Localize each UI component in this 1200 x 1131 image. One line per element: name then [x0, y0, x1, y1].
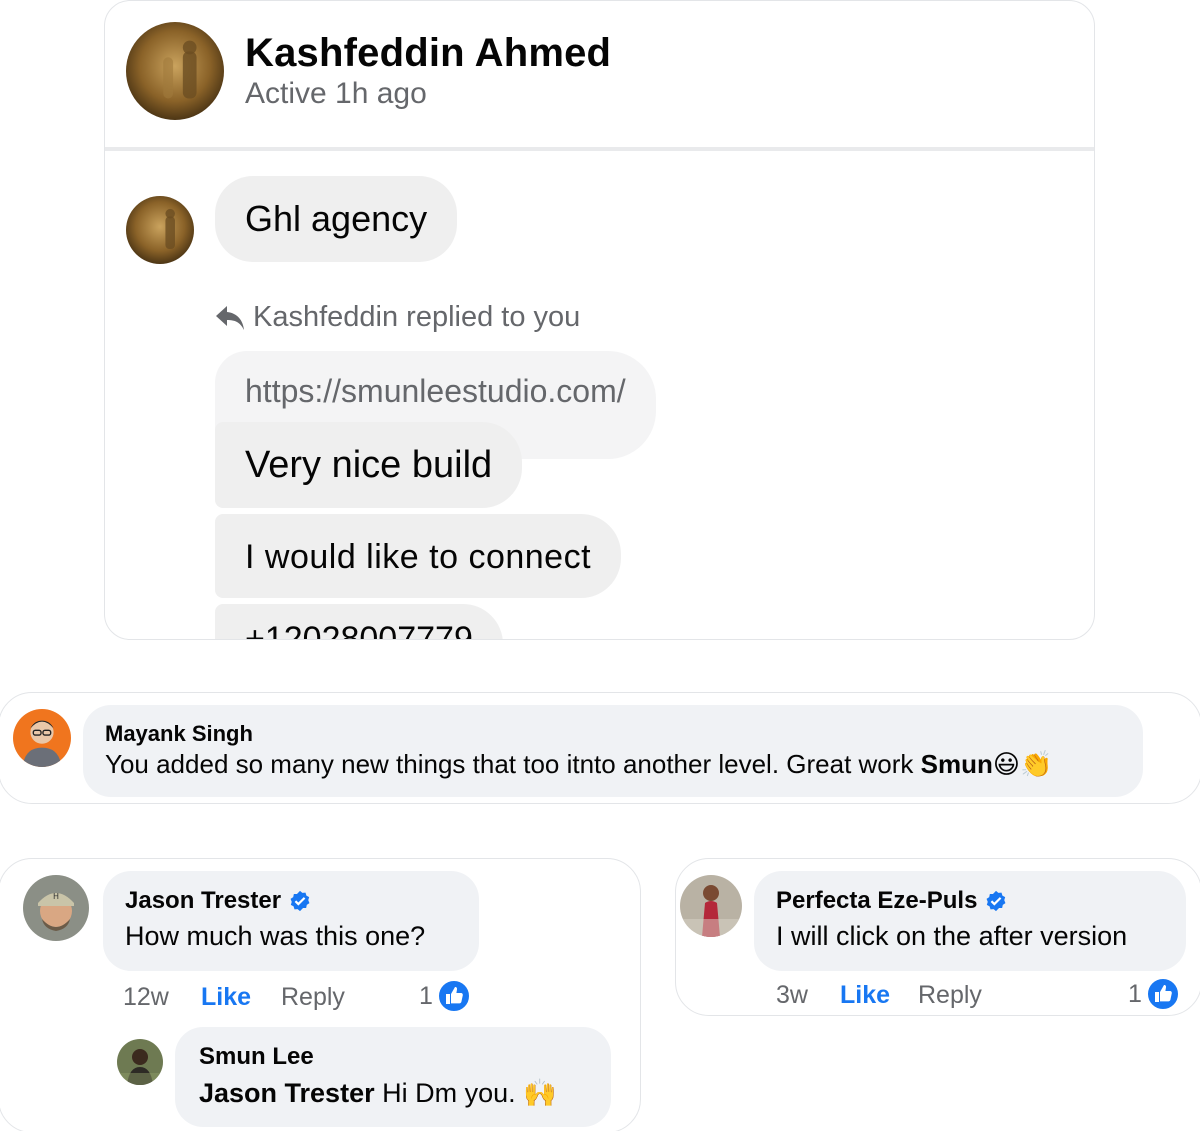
- reply-arrow-icon: [216, 305, 244, 330]
- like-button[interactable]: Like: [201, 983, 251, 1012]
- header-divider: [105, 147, 1094, 151]
- reply-button[interactable]: Reply: [281, 983, 345, 1012]
- commenter-name-row: Jason Trester: [125, 887, 311, 915]
- comment-card: Perfecta Eze-Puls I will click on the af…: [675, 858, 1200, 1016]
- thumbs-up-reaction-icon: [436, 979, 471, 1013]
- commenter-name[interactable]: Jason Trester: [125, 887, 281, 915]
- reply-notice: Kashfeddin replied to you: [215, 301, 580, 334]
- message-bubble[interactable]: I would like to connect: [215, 514, 622, 598]
- emoji: 🙌: [523, 1078, 557, 1108]
- comment-timestamp[interactable]: 12w: [123, 983, 169, 1012]
- comment-body: You added so many new things that too it…: [105, 749, 921, 779]
- commenter-name[interactable]: Perfecta Eze-Puls: [776, 887, 977, 915]
- commenter-avatar[interactable]: [680, 875, 742, 937]
- svg-text:H: H: [53, 892, 59, 901]
- comment-text: I will click on the after version: [776, 921, 1128, 951]
- comment-text: You added so many new things that too it…: [105, 749, 1052, 780]
- thumbs-up-reaction-icon: [1145, 977, 1180, 1011]
- message-bubble[interactable]: Ghl agency: [215, 176, 458, 262]
- commenter-name[interactable]: Mayank Singh: [105, 721, 253, 747]
- reaction-count[interactable]: 1: [1128, 977, 1180, 1011]
- commenter-avatar[interactable]: H: [23, 875, 89, 941]
- commenter-avatar[interactable]: [13, 709, 71, 767]
- reaction-count-number: 1: [1128, 979, 1142, 1008]
- reply-body: Hi Dm you.: [374, 1078, 524, 1108]
- contact-status: Active 1h ago: [245, 77, 427, 110]
- replier-avatar[interactable]: [117, 1039, 163, 1085]
- comment-card: Mayank Singh You added so many new thing…: [0, 692, 1200, 804]
- reply-text: Jason Trester Hi Dm you. 🙌: [199, 1077, 557, 1109]
- comment-text: How much was this one?: [125, 921, 426, 951]
- commenter-name-row: Perfecta Eze-Puls: [776, 887, 1007, 915]
- contact-name[interactable]: Kashfeddin Ahmed: [245, 31, 611, 76]
- comment-timestamp[interactable]: 3w: [776, 981, 808, 1010]
- reply-notice-text: Kashfeddin replied to you: [253, 301, 581, 333]
- reply-button[interactable]: Reply: [918, 981, 982, 1010]
- mention-link[interactable]: Smun: [921, 749, 993, 779]
- mention-link[interactable]: Jason Trester: [199, 1078, 375, 1108]
- emoji: 😃👏: [992, 749, 1053, 779]
- reaction-count-number: 1: [419, 981, 433, 1010]
- messenger-conversation-card: Kashfeddin Ahmed Active 1h ago Ghl agenc…: [104, 0, 1095, 640]
- replier-name[interactable]: Smun Lee: [199, 1043, 314, 1071]
- verified-badge-icon: [986, 890, 1006, 912]
- message-bubble[interactable]: +12028007779: [215, 604, 503, 639]
- reaction-count[interactable]: 1: [419, 979, 471, 1013]
- message-bubble[interactable]: Very nice build: [215, 422, 523, 508]
- comment-card: H Jason Trester How much was this one? 1…: [0, 858, 641, 1131]
- like-button[interactable]: Like: [840, 981, 890, 1010]
- verified-badge-icon: [290, 890, 310, 912]
- contact-avatar[interactable]: [126, 22, 224, 120]
- message-sender-avatar[interactable]: [126, 196, 194, 264]
